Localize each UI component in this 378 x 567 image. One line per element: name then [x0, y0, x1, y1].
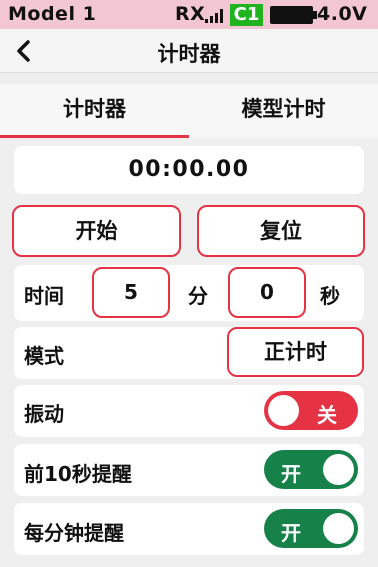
remind-10s-toggle[interactable]: 开 — [264, 450, 358, 489]
start-button[interactable]: 开始 — [12, 205, 181, 257]
tab-bar: 计时器 模型计时 — [0, 84, 378, 138]
status-bar: Model 1 RX C1 4.0V — [0, 0, 378, 29]
remind-minute-label: 每分钟提醒 — [24, 521, 124, 545]
channel-badge: C1 — [230, 4, 263, 26]
time-setting-row: 时间 5 分 0 秒 — [14, 265, 364, 321]
minutes-unit: 分 — [188, 284, 208, 308]
time-label: 时间 — [24, 284, 64, 308]
toggle-state-label: 关 — [317, 403, 337, 427]
remind-10s-row: 前10秒提醒 开 — [14, 444, 364, 496]
seconds-input[interactable]: 0 — [228, 267, 306, 318]
signal-icon — [205, 8, 227, 23]
remind-minute-row: 每分钟提醒 开 — [14, 503, 364, 555]
mode-row: 模式 正计时 — [14, 327, 364, 379]
toggle-knob — [323, 513, 354, 544]
title-bar: 计时器 — [0, 29, 378, 73]
vibration-label: 振动 — [24, 402, 64, 426]
battery-icon — [270, 6, 317, 24]
model-name: Model 1 — [8, 3, 97, 25]
mode-label: 模式 — [24, 344, 64, 368]
toggle-state-label: 开 — [281, 462, 301, 486]
reset-button[interactable]: 复位 — [197, 205, 365, 257]
page-title: 计时器 — [157, 42, 221, 66]
vibration-row: 振动 关 — [14, 385, 364, 437]
toggle-knob — [268, 395, 299, 426]
minutes-input[interactable]: 5 — [92, 267, 170, 318]
battery-voltage: 4.0V — [317, 3, 368, 25]
toggle-knob — [323, 454, 354, 485]
remind-10s-label: 前10秒提醒 — [24, 462, 132, 486]
remind-minute-toggle[interactable]: 开 — [264, 509, 358, 548]
seconds-unit: 秒 — [320, 284, 340, 308]
mode-select-button[interactable]: 正计时 — [227, 327, 364, 377]
rx-label: RX — [175, 3, 206, 25]
toggle-state-label: 开 — [281, 521, 301, 545]
vibration-toggle[interactable]: 关 — [264, 391, 358, 430]
timer-display: 00:00.00 — [14, 146, 364, 194]
tab-timer[interactable]: 计时器 — [0, 84, 189, 138]
tab-model-timer[interactable]: 模型计时 — [189, 84, 378, 138]
